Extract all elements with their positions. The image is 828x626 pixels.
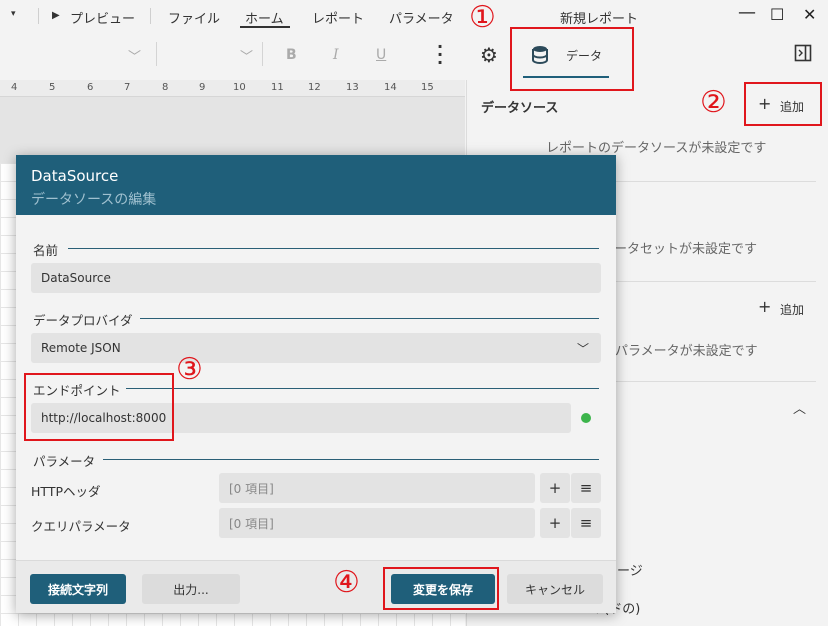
bold-button[interactable]: B	[286, 47, 297, 63]
active-tab-indicator	[240, 26, 290, 28]
italic-button[interactable]: I	[333, 47, 339, 63]
partial-item-text: ージ	[617, 564, 643, 579]
menu-separator	[38, 8, 39, 24]
close-icon[interactable]: ✕	[803, 5, 816, 24]
query-params-field[interactable]: [0 項目]	[219, 508, 535, 538]
add-query-param-button[interactable]: +	[540, 508, 570, 538]
menu-report[interactable]: レポート	[312, 8, 364, 27]
name-input[interactable]: DataSource	[31, 263, 601, 293]
ruler-label: 14	[384, 82, 397, 93]
annotation-box-save	[383, 567, 499, 610]
annotation-number-3: ③	[176, 352, 203, 387]
ruler-label: 10	[233, 82, 246, 93]
connection-status-indicator	[581, 413, 591, 423]
maximize-icon[interactable]: ☐	[770, 5, 784, 24]
dialog-subtitle: データソースの編集	[31, 192, 157, 208]
add-parameter-button[interactable]: + 追加	[751, 295, 819, 321]
add-label: 追加	[780, 303, 805, 317]
menu-parameters[interactable]: パラメータ	[389, 8, 454, 27]
menu-icon: ≡	[579, 479, 593, 497]
output-button[interactable]: 出力...	[142, 574, 240, 604]
ruler-label: 12	[308, 82, 321, 93]
no-datasource-message: レポートのデータソースが未設定です	[546, 141, 767, 156]
dialog-title: DataSource	[31, 167, 119, 185]
ruler-label: 8	[162, 82, 169, 93]
panel-toggle-icon[interactable]	[794, 44, 812, 62]
ruler-label: 6	[87, 82, 94, 93]
ruler-label: 5	[49, 82, 56, 93]
window-title: 新規レポート	[560, 12, 639, 27]
provider-label: データプロバイダ	[33, 313, 133, 328]
annotation-box-endpoint	[24, 373, 174, 441]
toolbar-separator	[262, 42, 263, 66]
ruler-label: 9	[199, 82, 206, 93]
http-headers-label: HTTPヘッダ	[31, 484, 101, 499]
play-icon[interactable]: ▶	[52, 10, 60, 21]
menu-bar: ▾ ▶ プレビュー ファイル ホーム レポート パラメータ 新規レポート — ☐…	[0, 0, 828, 30]
section-line	[126, 388, 599, 389]
annotation-number-1: ①	[469, 0, 496, 35]
annotation-number-4: ④	[333, 565, 360, 600]
no-dataset-message: ータセットが未設定です	[614, 242, 758, 257]
section-line	[140, 318, 599, 319]
ruler-label: 11	[271, 82, 284, 93]
datasource-section-title: データソース	[481, 101, 559, 116]
settings-gear-icon[interactable]: ⚙	[480, 43, 498, 67]
annotation-number-2: ②	[700, 85, 727, 120]
menu-separator	[150, 8, 151, 24]
section-line	[68, 248, 599, 249]
http-headers-field[interactable]: [0 項目]	[219, 473, 535, 503]
dialog-header: DataSource データソースの編集	[16, 155, 616, 215]
menu-icon: ≡	[579, 514, 593, 532]
ruler-label: 7	[124, 82, 131, 93]
no-parameters-message: パラメータが未設定です	[615, 344, 758, 359]
plus-icon: +	[548, 479, 562, 497]
chevron-down-icon: ﹀	[576, 342, 589, 356]
query-param-menu-button[interactable]: ≡	[571, 508, 601, 538]
toolbar-separator	[156, 42, 157, 66]
section-line	[103, 459, 599, 460]
dialog-footer: 接続文字列 出力... 変更を保存 キャンセル	[16, 560, 616, 613]
menu-home[interactable]: ホーム	[245, 8, 284, 27]
connection-string-button[interactable]: 接続文字列	[30, 574, 126, 604]
name-label: 名前	[33, 243, 59, 258]
canvas-margin	[0, 97, 465, 163]
header-menu-button[interactable]: ≡	[571, 473, 601, 503]
underline-button[interactable]: U	[376, 47, 386, 63]
provider-select[interactable]: Remote JSON ﹀	[31, 333, 601, 363]
more-options-icon[interactable]: · · ·	[437, 39, 443, 71]
ruler-label: 13	[346, 82, 359, 93]
annotation-box-data-tab	[510, 27, 634, 91]
collapse-chevron-icon[interactable]: ︿	[793, 398, 806, 417]
menu-preview[interactable]: プレビュー	[70, 8, 135, 27]
query-params-label: クエリパラメータ	[31, 519, 131, 534]
add-header-button[interactable]: +	[540, 473, 570, 503]
plus-icon: +	[548, 514, 562, 532]
parameters-label: パラメータ	[33, 454, 96, 469]
minimize-icon[interactable]: —	[738, 2, 756, 23]
ruler-label: 4	[11, 82, 18, 93]
ruler: 4 5 6 7 8 9 10 11 12 13 14 15	[0, 80, 465, 97]
quick-access-dropdown-icon[interactable]: ▾	[11, 9, 16, 19]
plus-icon: +	[758, 297, 772, 316]
font-size-dropdown-icon[interactable]: ﹀	[240, 46, 253, 65]
font-family-dropdown-icon[interactable]: ﹀	[128, 46, 141, 65]
annotation-box-add	[744, 82, 822, 126]
provider-value: Remote JSON	[41, 341, 121, 355]
ruler-label: 15	[421, 82, 434, 93]
toolbar: ﹀ ﹀ B I U · · · ⚙ データ	[0, 30, 828, 80]
menu-file[interactable]: ファイル	[168, 8, 220, 27]
cancel-button[interactable]: キャンセル	[507, 574, 603, 604]
